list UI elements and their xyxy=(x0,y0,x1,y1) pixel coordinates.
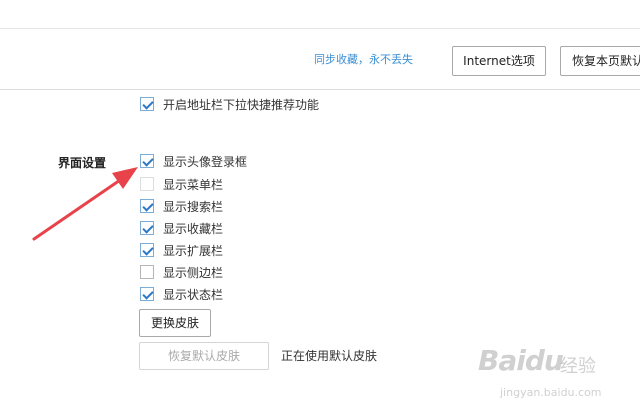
watermark-brand: Baidu xyxy=(478,344,564,377)
address-bar-suggest-option[interactable]: 开启地址栏下拉快捷推荐功能 xyxy=(140,95,319,113)
option-show-avatar-login[interactable]: 显示头像登录框 xyxy=(140,152,247,170)
option-show-extension-bar[interactable]: 显示扩展栏 xyxy=(140,241,223,259)
option-show-status-bar[interactable]: 显示状态栏 xyxy=(140,285,223,303)
show-menu-bar-checkbox[interactable] xyxy=(140,177,154,191)
show-favorites-bar-checkbox[interactable] xyxy=(140,221,154,235)
sync-favorites-link[interactable]: 同步收藏，永不丢失 xyxy=(314,52,413,68)
option-show-menu-bar[interactable]: 显示菜单栏 xyxy=(140,175,223,193)
show-favorites-bar-label: 显示收藏栏 xyxy=(163,221,224,236)
address-bar-suggest-checkbox[interactable] xyxy=(140,97,154,111)
baidu-jingyan-watermark: Baidu 经验 jingyan.baidu.com xyxy=(478,338,628,408)
restore-page-defaults-button[interactable]: 恢复本页默认 xyxy=(560,46,640,76)
option-show-search-bar[interactable]: 显示搜索栏 xyxy=(140,197,223,215)
show-sidebar-checkbox[interactable] xyxy=(140,265,154,279)
show-menu-bar-label: 显示菜单栏 xyxy=(163,177,224,192)
show-avatar-login-label: 显示头像登录框 xyxy=(163,154,248,169)
watermark-brand-cn: 经验 xyxy=(560,356,596,377)
top-divider xyxy=(0,28,640,29)
show-search-bar-label: 显示搜索栏 xyxy=(163,199,224,214)
skin-status-text: 正在使用默认皮肤 xyxy=(281,349,378,363)
restore-default-skin-button: 恢复默认皮肤 xyxy=(139,342,269,370)
show-extension-bar-label: 显示扩展栏 xyxy=(163,243,224,258)
header-divider xyxy=(0,89,640,90)
show-status-bar-label: 显示状态栏 xyxy=(163,287,224,302)
change-skin-button[interactable]: 更换皮肤 xyxy=(139,309,211,337)
show-search-bar-checkbox[interactable] xyxy=(140,199,154,213)
show-sidebar-label: 显示侧边栏 xyxy=(163,265,224,280)
arrow-shaft xyxy=(32,174,128,241)
arrow-head xyxy=(112,167,138,189)
option-show-sidebar[interactable]: 显示侧边栏 xyxy=(140,263,223,281)
interface-settings-label: 界面设置 xyxy=(58,156,107,170)
show-status-bar-checkbox[interactable] xyxy=(140,287,154,301)
show-avatar-login-checkbox[interactable] xyxy=(140,154,154,168)
address-bar-suggest-label: 开启地址栏下拉快捷推荐功能 xyxy=(163,97,320,112)
option-show-favorites-bar[interactable]: 显示收藏栏 xyxy=(140,219,223,237)
watermark-url: jingyan.baidu.com xyxy=(500,386,602,399)
show-extension-bar-checkbox[interactable] xyxy=(140,243,154,257)
internet-options-button[interactable]: Internet选项 xyxy=(452,46,546,76)
